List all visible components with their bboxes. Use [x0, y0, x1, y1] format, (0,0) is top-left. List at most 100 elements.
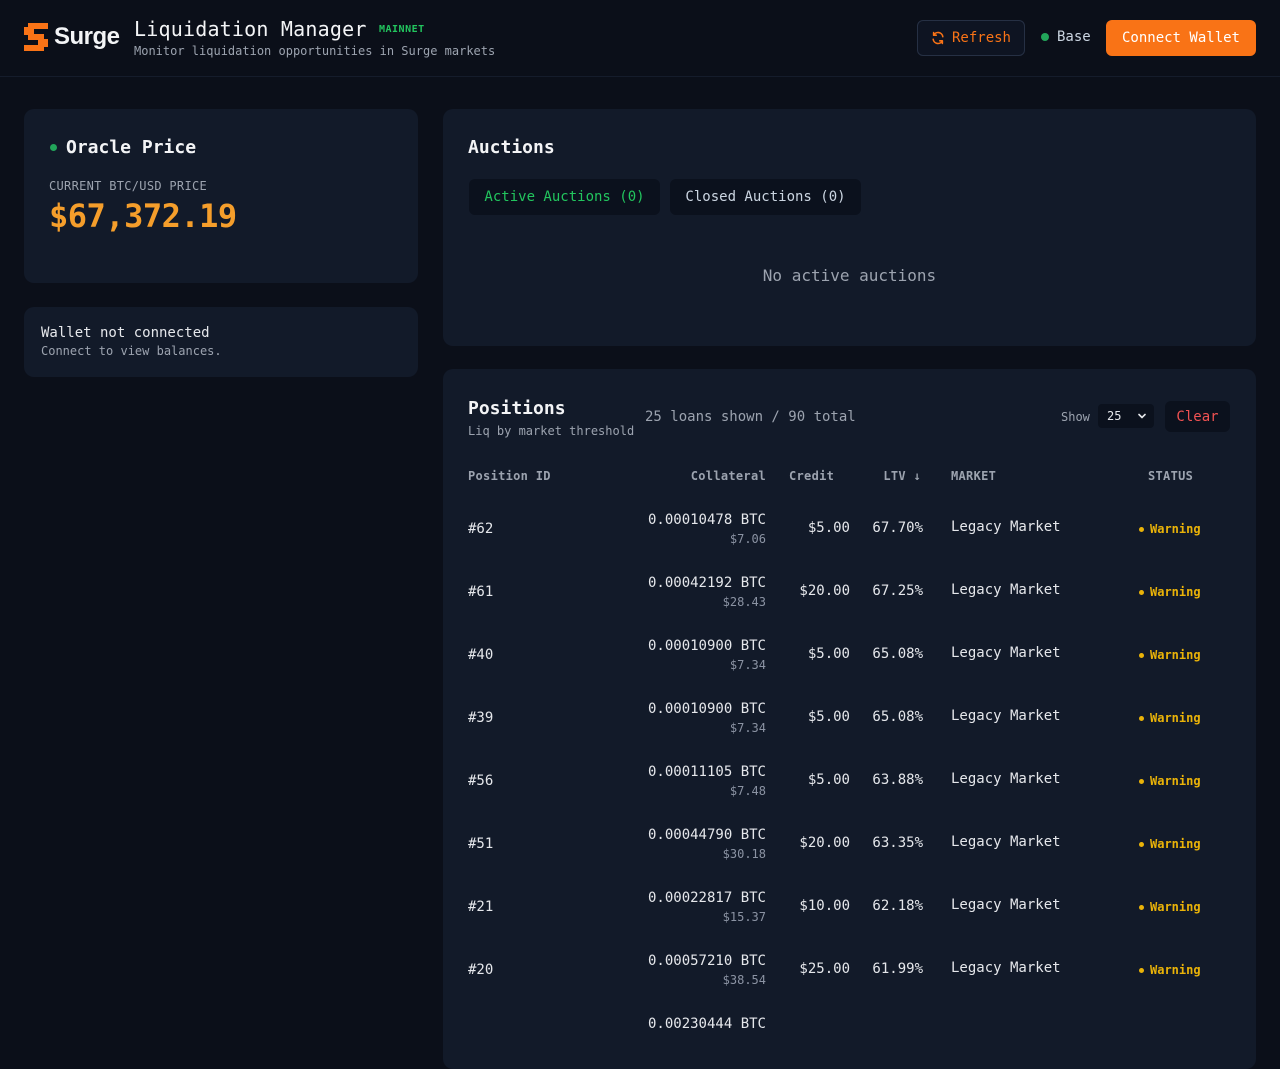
column-header-market[interactable]: MARKET — [951, 469, 996, 483]
credit-amount: $20.00 — [799, 835, 850, 851]
collateral-amount: 0.00010900 BTC — [647, 638, 766, 654]
column-header-ltv[interactable]: LTV ↓ — [883, 469, 921, 483]
logo[interactable]: Surge — [24, 23, 120, 51]
credit-amount: $20.00 — [799, 583, 850, 599]
auctions-title: Auctions — [468, 137, 555, 158]
position-id: #51 — [468, 836, 494, 852]
position-id: #39 — [468, 710, 494, 726]
position-id: #40 — [468, 647, 494, 663]
position-id: #62 — [468, 521, 494, 537]
ltv-value: 65.08% — [872, 709, 923, 725]
status-text: Warning — [1150, 648, 1201, 662]
page-size-select[interactable]: 25 — [1098, 404, 1154, 428]
collateral-amount: 0.00010478 BTC — [647, 512, 766, 528]
column-header-credit[interactable]: Credit — [789, 469, 834, 483]
collateral-amount: 0.00042192 BTC — [647, 575, 766, 591]
page-size-value: 25 — [1107, 409, 1122, 423]
table-row[interactable]: #56 0.00011105 BTC $7.48 $5.00 63.88% Le… — [443, 747, 1256, 810]
column-header-collateral[interactable]: Collateral — [691, 469, 766, 483]
wallet-status-subtitle: Connect to view balances. — [41, 344, 222, 358]
table-row[interactable]: #21 0.00022817 BTC $15.37 $10.00 62.18% … — [443, 873, 1256, 936]
network-name: Base — [1057, 29, 1091, 45]
warning-dot-icon — [1139, 904, 1144, 910]
oracle-title-text: Oracle Price — [66, 137, 197, 158]
collateral-amount: 0.00022817 BTC — [647, 890, 766, 906]
wallet-status-card: Wallet not connected Connect to view bal… — [24, 307, 418, 377]
status-text: Warning — [1150, 837, 1201, 851]
show-label: Show — [1061, 410, 1090, 424]
market-name: Legacy Market — [951, 519, 1061, 535]
oracle-label: CURRENT BTC/USD PRICE — [49, 179, 208, 193]
credit-amount: $5.00 — [807, 646, 850, 662]
logo-text: Surge — [54, 23, 120, 50]
collateral-amount: 0.00230444 BTC — [647, 1016, 766, 1032]
positions-count: 25 loans shown / 90 total — [645, 409, 856, 425]
status-text: Warning — [1150, 963, 1201, 977]
tab-active-auctions[interactable]: Active Auctions (0) — [469, 179, 660, 215]
table-row[interactable]: #61 0.00042192 BTC $28.43 $20.00 67.25% … — [443, 558, 1256, 621]
page-subtitle: Monitor liquidation opportunities in Sur… — [134, 44, 496, 58]
status-badge: Warning — [1139, 774, 1201, 788]
surge-logo-icon — [24, 23, 48, 51]
table-row[interactable]: #39 0.00010900 BTC $7.34 $5.00 65.08% Le… — [443, 684, 1256, 747]
ltv-value: 63.88% — [872, 772, 923, 788]
column-header-position-id[interactable]: Position ID — [468, 469, 551, 483]
status-badge: Warning — [1139, 711, 1201, 725]
position-id: #20 — [468, 962, 494, 978]
auctions-card: Auctions Active Auctions (0) Closed Auct… — [443, 109, 1256, 346]
market-name: Legacy Market — [951, 645, 1061, 661]
warning-dot-icon — [1139, 715, 1144, 721]
clear-button[interactable]: Clear — [1165, 401, 1230, 432]
ltv-value: 67.70% — [872, 520, 923, 536]
column-header-status[interactable]: STATUS — [1148, 469, 1193, 483]
refresh-icon — [932, 31, 944, 45]
warning-dot-icon — [1139, 652, 1144, 658]
collateral-usd: $7.34 — [729, 721, 766, 735]
page-title: Liquidation Manager — [134, 17, 367, 41]
ltv-value: 61.99% — [872, 961, 923, 977]
table-row[interactable]: #51 0.00044790 BTC $30.18 $20.00 63.35% … — [443, 810, 1256, 873]
status-badge: Warning — [1139, 585, 1201, 599]
collateral-amount: 0.00044790 BTC — [647, 827, 766, 843]
network-indicator[interactable]: Base — [1041, 29, 1091, 45]
positions-subtitle: Liq by market threshold — [468, 424, 635, 438]
market-name: Legacy Market — [951, 897, 1061, 913]
oracle-price-card: Oracle Price CURRENT BTC/USD PRICE $67,3… — [24, 109, 418, 283]
position-id: #21 — [468, 899, 494, 915]
warning-dot-icon — [1139, 841, 1144, 847]
credit-amount: $25.00 — [799, 961, 850, 977]
position-id: #56 — [468, 773, 494, 789]
refresh-button[interactable]: Refresh — [917, 20, 1025, 56]
credit-amount: $5.00 — [807, 709, 850, 725]
market-name: Legacy Market — [951, 708, 1061, 724]
credit-amount: $5.00 — [807, 520, 850, 536]
status-text: Warning — [1150, 522, 1201, 536]
tab-closed-auctions[interactable]: Closed Auctions (0) — [670, 179, 861, 215]
ltv-value: 65.08% — [872, 646, 923, 662]
table-row[interactable]: #20 0.00057210 BTC $38.54 $25.00 61.99% … — [443, 936, 1256, 999]
auctions-empty-state: No active auctions — [762, 266, 937, 285]
table-row[interactable]: #40 0.00010900 BTC $7.34 $5.00 65.08% Le… — [443, 621, 1256, 684]
live-dot-icon — [50, 144, 57, 151]
positions-title: Positions — [468, 398, 566, 419]
wallet-status-title: Wallet not connected — [41, 325, 210, 341]
status-text: Warning — [1150, 711, 1201, 725]
warning-dot-icon — [1139, 589, 1144, 595]
status-badge: Warning — [1139, 963, 1201, 977]
collateral-usd: $30.18 — [722, 847, 766, 861]
positions-card: Positions Liq by market threshold 25 loa… — [443, 369, 1256, 1069]
positions-table-body: #62 0.00010478 BTC $7.06 $5.00 67.70% Le… — [443, 495, 1256, 1062]
status-badge: Warning — [1139, 648, 1201, 662]
table-row[interactable]: #62 0.00010478 BTC $7.06 $5.00 67.70% Le… — [443, 495, 1256, 558]
ltv-value: 67.25% — [872, 583, 923, 599]
status-text: Warning — [1150, 585, 1201, 599]
credit-amount: $5.00 — [807, 772, 850, 788]
position-id: #61 — [468, 584, 494, 600]
collateral-usd: $28.43 — [722, 595, 766, 609]
ltv-value: 63.35% — [872, 835, 923, 851]
status-dot-icon — [1041, 33, 1049, 41]
connect-wallet-button[interactable]: Connect Wallet — [1106, 20, 1256, 56]
status-text: Warning — [1150, 774, 1201, 788]
table-row[interactable]: 0.00230444 BTC — [443, 999, 1256, 1062]
market-name: Legacy Market — [951, 834, 1061, 850]
